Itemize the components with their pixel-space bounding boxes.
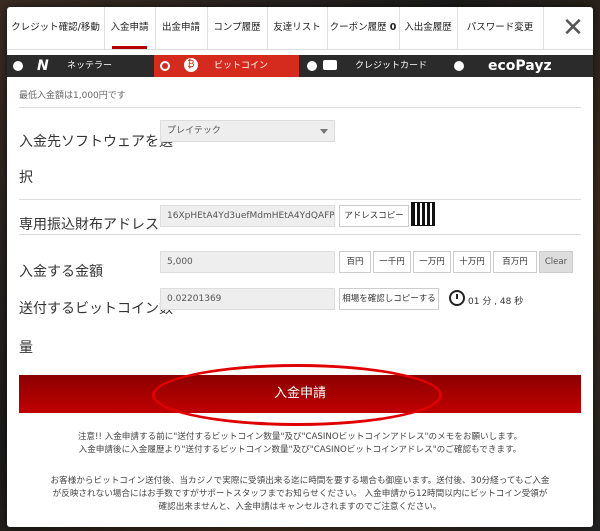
method-bitcoin[interactable]: ₿ ビットコイン: [154, 55, 299, 77]
radio-icon: [454, 61, 464, 71]
add-100000-button[interactable]: 十万円: [453, 251, 491, 273]
amount-label: 入金する金額: [19, 264, 103, 280]
payment-method-bar: N ネッテラー ₿ ビットコイン クレジットカード ecoPayz: [7, 55, 593, 77]
qr-code-icon[interactable]: [411, 202, 435, 226]
add-1000-button[interactable]: 一千円: [373, 251, 411, 273]
copy-address-button[interactable]: アドレスコピー: [339, 205, 409, 227]
software-label: 入金先ソフトウェアを選: [19, 134, 173, 150]
tab-deposit-history[interactable]: 入出金履歴: [399, 7, 458, 49]
ecopayz-logo: ecoPayz: [488, 58, 552, 74]
radio-icon: [307, 61, 317, 71]
clear-button[interactable]: Clear: [539, 251, 573, 273]
method-label: クレジットカード: [355, 61, 428, 71]
divider: [19, 107, 581, 108]
coupon-count-badge: 0: [389, 22, 397, 33]
tab-label: 友達リスト: [273, 22, 321, 33]
btc-amount-label: 送付するビットコイン数: [19, 301, 173, 317]
neteller-logo-icon: N: [37, 58, 49, 74]
add-1000000-button[interactable]: 百万円: [493, 251, 537, 273]
note-line: 確認出来ませんと、入金申請はキャンセルされますのでご注意ください。: [158, 502, 442, 512]
tab-label: コンプ履歴: [213, 22, 261, 33]
btc-amount-label-cont: 量: [19, 340, 33, 356]
account-tabs: クレジット確認/移動 入金申請 出金申請 コンプ履歴 友達リスト クーポン履歴 …: [7, 7, 593, 50]
note-line: 入金申請後に入金履歴より"送付するビットコイン数量"及び"CASINOビットコイ…: [78, 445, 522, 455]
note-line: が反映されない場合にはお手数ですがサポートスタッフまでお知らせください。 入金申…: [52, 489, 548, 499]
chevron-down-icon: [320, 129, 328, 134]
method-credit-card[interactable]: クレジットカード: [301, 55, 446, 77]
credit-card-icon: [323, 60, 337, 70]
divider: [19, 199, 581, 200]
deposit-modal: クレジット確認/移動 入金申請 出金申請 コンプ履歴 友達リスト クーポン履歴 …: [7, 7, 593, 527]
tab-withdraw[interactable]: 出金申請: [155, 7, 208, 49]
bitcoin-icon: ₿: [184, 58, 198, 72]
software-select[interactable]: プレイテック: [160, 120, 335, 142]
radio-icon: [13, 61, 23, 71]
note-line: お客様からビットコイン送付後、当カジノで実際に受領出来る迄に時間を要する場合も御…: [50, 476, 550, 486]
method-ecopayz[interactable]: ecoPayz: [448, 55, 593, 77]
submit-deposit-button[interactable]: 入金申請: [19, 375, 581, 413]
tab-password[interactable]: パスワード変更: [457, 7, 544, 49]
amount-input[interactable]: 5,000: [160, 251, 335, 273]
radio-icon: [160, 61, 170, 71]
tab-friends[interactable]: 友達リスト: [267, 7, 328, 49]
wallet-address-field[interactable]: 16XpHEtA4Yd3uefMdmHEtA4YdQAFPJp: [160, 205, 335, 227]
method-neteller[interactable]: N ネッテラー: [7, 55, 152, 77]
software-select-value: プレイテック: [167, 126, 221, 136]
tab-label: 入金申請: [110, 22, 149, 33]
address-label: 専用振込財布アドレス: [19, 217, 159, 233]
tab-label: 出金申請: [161, 22, 200, 33]
min-deposit-note: 最低入金額は1,000円です: [19, 91, 126, 101]
add-100-button[interactable]: 百円: [339, 251, 371, 273]
rate-timer: 01 分 , 48 秒: [468, 297, 524, 307]
tab-label: クーポン履歴: [329, 22, 387, 33]
tab-label: 入出金履歴: [404, 22, 452, 33]
tab-label: パスワード変更: [466, 22, 534, 33]
note-line: 注意!! 入金申請する前に"送付するビットコイン数量"及び"CASINOビットコ…: [77, 432, 523, 442]
close-icon[interactable]: ✕: [559, 15, 587, 41]
tab-credit[interactable]: クレジット確認/移動: [7, 7, 105, 49]
add-10000-button[interactable]: 一万円: [413, 251, 451, 273]
tab-label: クレジット確認/移動: [11, 22, 100, 33]
tab-deposit[interactable]: 入金申請: [104, 7, 156, 49]
stopwatch-icon: [449, 290, 465, 306]
tab-comp-history[interactable]: コンプ履歴: [207, 7, 268, 49]
divider: [19, 234, 581, 235]
tab-coupon-history[interactable]: クーポン履歴 0: [327, 7, 400, 49]
method-label: ネッテラー: [67, 61, 113, 71]
software-label-cont: 択: [19, 170, 33, 186]
btc-amount-field[interactable]: 0.02201369: [160, 288, 335, 310]
method-label: ビットコイン: [214, 61, 269, 71]
copy-rate-button[interactable]: 相場を確認しコピーする: [339, 288, 439, 310]
